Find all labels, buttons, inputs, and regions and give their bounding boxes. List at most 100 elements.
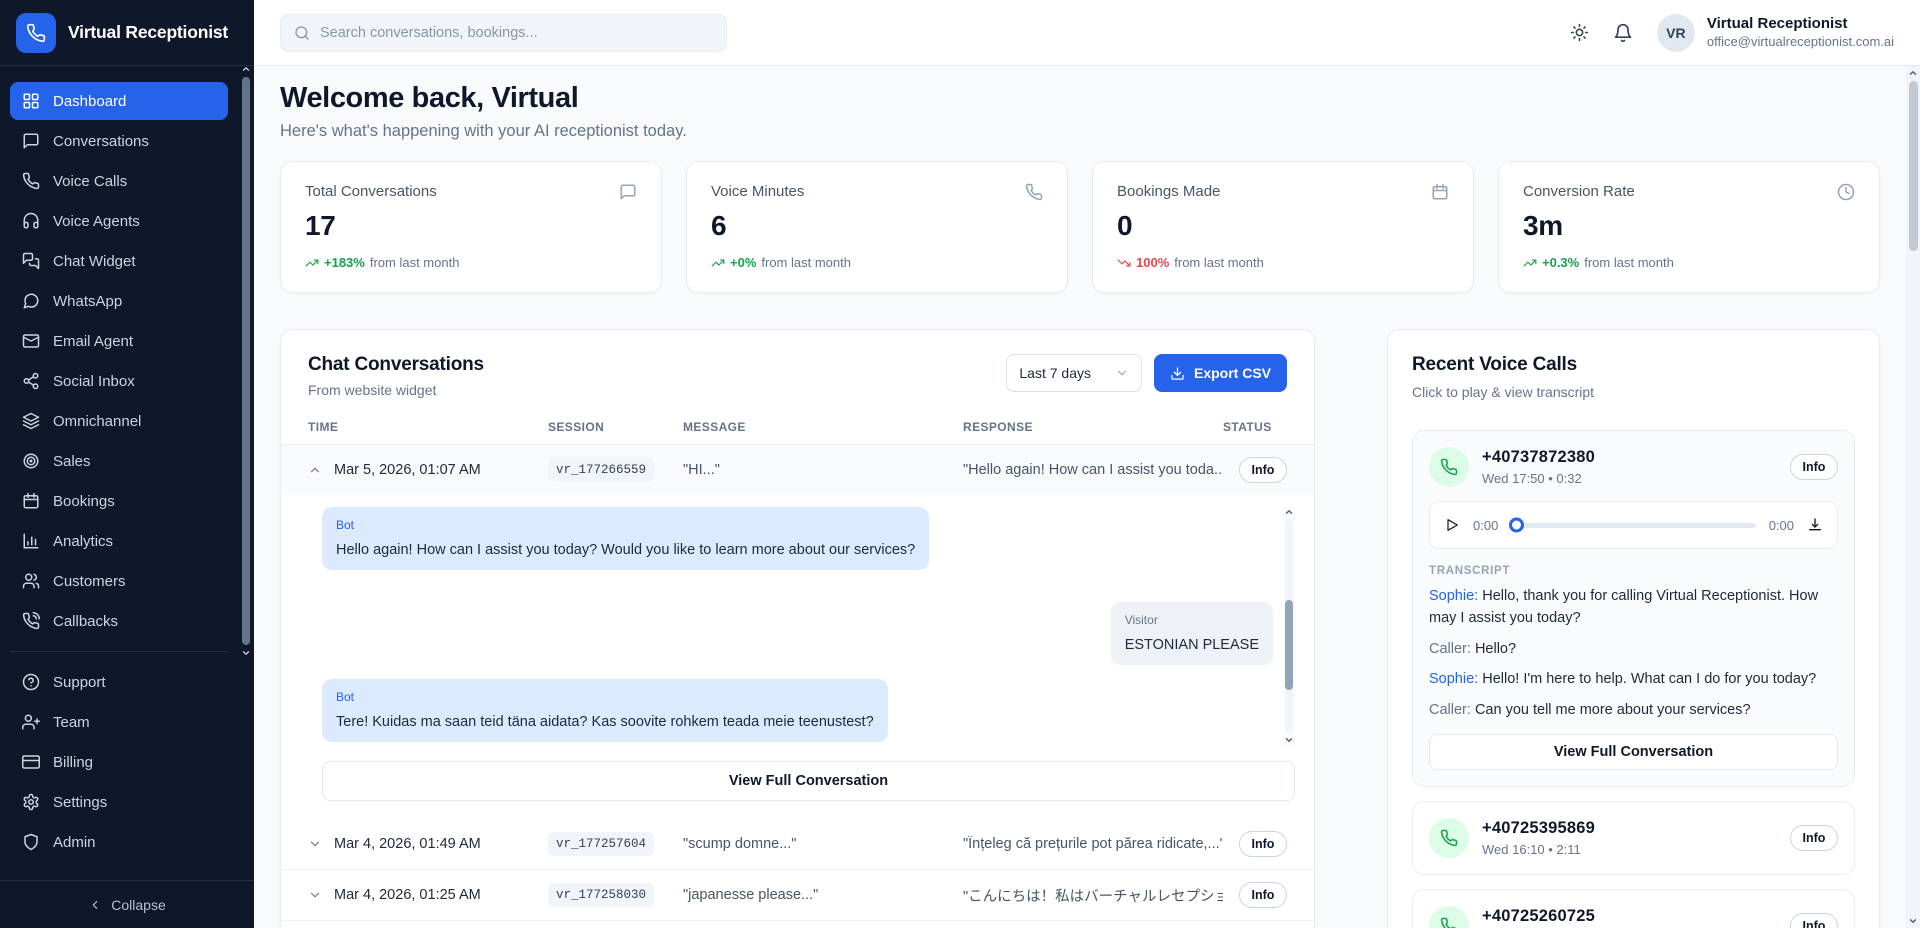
scroll-down-icon[interactable] — [241, 648, 251, 658]
scroll-up-icon[interactable] — [1284, 507, 1294, 517]
date-range-select[interactable]: Last 7 days — [1006, 354, 1142, 392]
sidebar-item-voice-agents[interactable]: Voice Agents — [10, 202, 228, 240]
phone-icon — [22, 172, 40, 190]
stat-card-voice-minutes: Voice Minutes 6 +0% from last month — [686, 161, 1068, 293]
page-scrollbar-thumb[interactable] — [1909, 81, 1918, 251]
sidebar-item-email-agent[interactable]: Email Agent — [10, 322, 228, 360]
chevron-down-icon[interactable] — [308, 837, 322, 851]
sidebar-item-callbacks[interactable]: Callbacks — [10, 602, 228, 640]
sidebar-item-whatsapp[interactable]: WhatsApp — [10, 282, 228, 320]
conversation-scroll-area[interactable]: Bot Hello again! How can I assist you to… — [322, 507, 1295, 745]
trending-up-icon — [711, 256, 725, 270]
chat-panel-title: Chat Conversations — [308, 354, 484, 376]
sidebar-item-settings[interactable]: Settings — [10, 783, 228, 821]
sidebar-item-bookings[interactable]: Bookings — [10, 482, 228, 520]
recent-voice-calls-panel: Recent Voice Calls Click to play & view … — [1387, 329, 1880, 928]
sidebar: Virtual Receptionist Dashboard Conversat… — [0, 0, 254, 928]
sidebar-item-dashboard[interactable]: Dashboard — [10, 82, 228, 120]
sidebar-item-omnichannel[interactable]: Omnichannel — [10, 402, 228, 440]
layers-icon — [22, 412, 40, 430]
info-button[interactable]: Info — [1790, 913, 1838, 928]
voice-call-card[interactable]: +40725395869 Wed 16:10 • 2:11 Info — [1412, 801, 1855, 875]
sidebar-item-conversations[interactable]: Conversations — [10, 122, 228, 160]
sidebar-scrollbar-thumb[interactable] — [242, 77, 250, 645]
search-box[interactable] — [280, 14, 727, 52]
user-menu[interactable]: VR Virtual Receptionist office@virtualre… — [1657, 14, 1894, 52]
chevron-down-icon[interactable] — [308, 888, 322, 902]
headphones-icon — [22, 212, 40, 230]
row-message: "japanesse please..." — [683, 887, 963, 903]
seek-slider-knob[interactable] — [1509, 518, 1524, 533]
table-row[interactable]: Mar 4, 2026, 01:49 AM vr_177257604 "scum… — [281, 819, 1314, 870]
play-icon[interactable] — [1444, 517, 1460, 533]
chevron-up-icon[interactable] — [308, 463, 322, 477]
scroll-down-icon[interactable] — [1908, 916, 1918, 926]
chevron-down-icon — [1115, 366, 1129, 380]
trending-down-icon — [1117, 256, 1131, 270]
row-message: "scump domne..." — [683, 836, 963, 852]
conversation-scrollbar-thumb[interactable] — [1285, 600, 1293, 690]
bar-chart-icon — [22, 532, 40, 550]
session-badge: vr_177257604 — [548, 832, 654, 856]
users-icon — [22, 572, 40, 590]
transcript-speaker: Sophie: — [1429, 588, 1478, 604]
sidebar-item-admin[interactable]: Admin — [10, 823, 228, 861]
sidebar-item-label: Settings — [53, 794, 107, 811]
sidebar-item-customers[interactable]: Customers — [10, 562, 228, 600]
voice-panel-subtitle: Click to play & view transcript — [1412, 384, 1855, 400]
voice-call-card[interactable]: +40737872380 Wed 17:50 • 0:32 Info 0:00 … — [1412, 430, 1855, 787]
scroll-down-icon[interactable] — [1284, 735, 1294, 745]
bubble-text: Tere! Kuidas ma saan teid täna aidata? K… — [336, 712, 874, 732]
info-button[interactable]: Info — [1239, 882, 1287, 908]
sidebar-item-social-inbox[interactable]: Social Inbox — [10, 362, 228, 400]
table-row[interactable]: Mar 4, 2026, 01:25 AM vr_177258030 "japa… — [281, 870, 1314, 921]
sidebar-scrollbar[interactable] — [240, 64, 252, 658]
info-button[interactable]: Info — [1239, 457, 1287, 483]
info-button[interactable]: Info — [1790, 454, 1838, 480]
seek-slider[interactable] — [1511, 523, 1755, 528]
theme-toggle-sun-icon[interactable] — [1570, 23, 1589, 42]
sidebar-collapse-button[interactable]: Collapse — [0, 880, 254, 928]
download-icon[interactable] — [1807, 517, 1823, 533]
visitor-message-bubble: Visitor ESTONIAN PLEASE — [1111, 602, 1273, 665]
sidebar-item-sales[interactable]: Sales — [10, 442, 228, 480]
info-button[interactable]: Info — [1239, 831, 1287, 857]
search-input[interactable] — [320, 25, 713, 41]
info-button[interactable]: Info — [1790, 825, 1838, 851]
sidebar-item-chat-widget[interactable]: Chat Widget — [10, 242, 228, 280]
sidebar-item-voice-calls[interactable]: Voice Calls — [10, 162, 228, 200]
scroll-up-icon[interactable] — [1908, 68, 1918, 78]
stat-change-value: +183% — [324, 255, 365, 270]
phone-icon — [1025, 183, 1043, 201]
sidebar-item-label: Chat Widget — [53, 253, 136, 270]
view-full-conversation-button[interactable]: View Full Conversation — [322, 761, 1295, 801]
dashboard-content: Welcome back, Virtual Here's what's happ… — [254, 66, 1920, 928]
sidebar-item-label: Customers — [53, 573, 126, 590]
call-number: +40725260725 — [1482, 907, 1595, 926]
conversation-scrollbar[interactable] — [1283, 507, 1295, 745]
column-status: STATUS — [1223, 420, 1287, 434]
scroll-up-icon[interactable] — [241, 64, 251, 74]
column-response: RESPONSE — [963, 420, 1223, 434]
page-scrollbar[interactable] — [1906, 66, 1920, 928]
export-csv-button[interactable]: Export CSV — [1154, 354, 1287, 392]
trending-up-icon — [1523, 256, 1537, 270]
sidebar-item-team[interactable]: Team — [10, 703, 228, 741]
sidebar-item-label: WhatsApp — [53, 293, 122, 310]
bubble-sender-label: Bot — [336, 689, 874, 706]
voice-call-card[interactable]: +40725260725 Tue 12:39 • 0:47 Info — [1412, 889, 1855, 928]
bell-icon[interactable] — [1613, 23, 1633, 43]
table-row[interactable]: Mar 4, 2026, 01:14 AM vr_177257662 "ce p… — [281, 921, 1314, 928]
credit-card-icon — [22, 753, 40, 771]
table-row[interactable]: Mar 5, 2026, 01:07 AM vr_177266559 "HI..… — [281, 445, 1314, 495]
call-number: +40725395869 — [1482, 819, 1595, 838]
transcript-line: Sophie: Hello! I'm here to help. What ca… — [1429, 669, 1838, 691]
sidebar-item-analytics[interactable]: Analytics — [10, 522, 228, 560]
view-full-conversation-button[interactable]: View Full Conversation — [1429, 734, 1838, 770]
sidebar-item-billing[interactable]: Billing — [10, 743, 228, 781]
bot-message-bubble: Bot Hello again! How can I assist you to… — [322, 507, 929, 570]
sidebar-item-support[interactable]: Support — [10, 663, 228, 701]
stat-change-value: 100% — [1136, 255, 1169, 270]
sidebar-item-label: Callbacks — [53, 613, 118, 630]
stat-label: Conversion Rate — [1523, 183, 1635, 200]
